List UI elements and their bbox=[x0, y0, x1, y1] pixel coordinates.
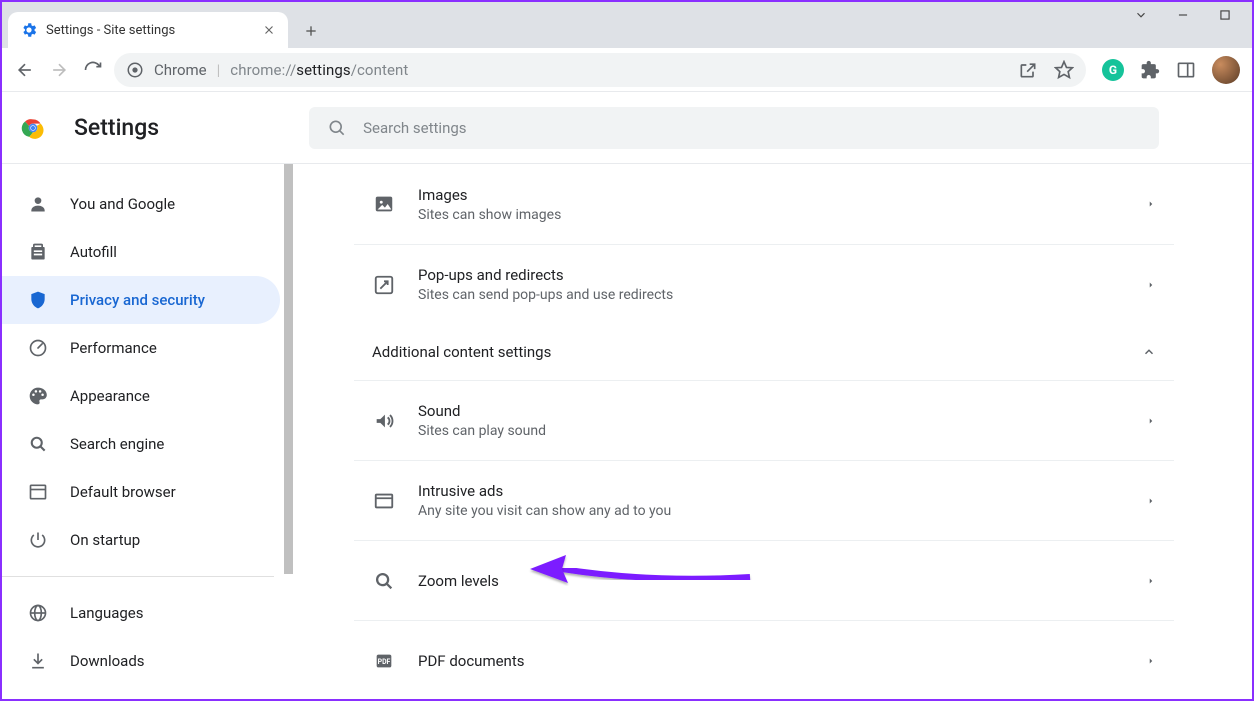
popup-icon bbox=[373, 274, 395, 296]
chevron-right-icon bbox=[1146, 574, 1156, 588]
download-icon bbox=[28, 651, 48, 671]
sound-icon bbox=[373, 410, 395, 432]
sidebar-item-label: Languages bbox=[70, 604, 144, 622]
chevron-right-icon bbox=[1146, 278, 1156, 292]
pdf-icon: PDF bbox=[373, 650, 395, 672]
address-bar[interactable]: Chrome | chrome://settings/content bbox=[114, 53, 1086, 87]
divider bbox=[2, 576, 274, 577]
browser-tab[interactable]: Settings - Site settings bbox=[8, 12, 288, 48]
search-icon bbox=[28, 434, 48, 454]
sidebar: You and Google Autofill Privacy and secu… bbox=[2, 164, 294, 699]
sidebar-item-label: On startup bbox=[70, 531, 140, 549]
setting-row-popups[interactable]: Pop-ups and redirects Sites can send pop-… bbox=[354, 244, 1174, 324]
setting-row-zoom-levels[interactable]: Zoom levels bbox=[354, 540, 1174, 620]
row-title: PDF documents bbox=[418, 652, 1146, 670]
row-subtitle: Sites can show images bbox=[418, 207, 1146, 223]
sidebar-item-you-and-google[interactable]: You and Google bbox=[2, 180, 280, 228]
chevron-up-icon bbox=[1142, 345, 1156, 359]
shield-icon bbox=[28, 290, 48, 310]
new-tab-button[interactable] bbox=[296, 16, 326, 46]
row-title: Zoom levels bbox=[418, 572, 1146, 590]
row-title: Images bbox=[418, 186, 1146, 204]
sidebar-item-label: Privacy and security bbox=[70, 291, 205, 309]
section-title: Additional content settings bbox=[372, 343, 551, 361]
sidebar-item-languages[interactable]: Languages bbox=[2, 589, 280, 637]
search-icon bbox=[327, 118, 347, 138]
tab-strip: Settings - Site settings bbox=[2, 2, 1252, 48]
chrome-logo-icon bbox=[20, 115, 46, 141]
main-panel: Images Sites can show images Pop-ups and … bbox=[294, 164, 1252, 699]
back-button[interactable] bbox=[14, 59, 36, 81]
sidebar-item-label: Downloads bbox=[70, 652, 145, 670]
row-subtitle: Sites can play sound bbox=[418, 423, 1146, 439]
forward-button bbox=[48, 59, 70, 81]
person-icon bbox=[28, 194, 48, 214]
sidebar-item-label: Appearance bbox=[70, 387, 150, 405]
side-panel-icon[interactable] bbox=[1176, 60, 1196, 80]
browser-icon bbox=[28, 482, 48, 502]
sidebar-item-on-startup[interactable]: On startup bbox=[2, 516, 280, 564]
setting-row-sound[interactable]: Sound Sites can play sound bbox=[354, 380, 1174, 460]
close-icon[interactable] bbox=[262, 23, 276, 37]
palette-icon bbox=[28, 386, 48, 406]
tab-title: Settings - Site settings bbox=[46, 23, 254, 38]
sidebar-item-performance[interactable]: Performance bbox=[2, 324, 280, 372]
url-scheme: Chrome bbox=[154, 61, 207, 79]
sidebar-item-label: Default browser bbox=[70, 483, 176, 501]
sidebar-item-default-browser[interactable]: Default browser bbox=[2, 468, 280, 516]
window-maximize-icon[interactable] bbox=[1218, 8, 1232, 22]
globe-icon bbox=[28, 603, 48, 623]
section-additional-content[interactable]: Additional content settings bbox=[354, 324, 1174, 380]
image-icon bbox=[373, 193, 395, 215]
row-subtitle: Sites can send pop-ups and use redirects bbox=[418, 287, 1146, 303]
window-minimize-icon[interactable] bbox=[1176, 8, 1190, 22]
url-text: chrome://settings/content bbox=[230, 61, 408, 79]
profile-avatar[interactable] bbox=[1212, 56, 1240, 84]
sidebar-item-appearance[interactable]: Appearance bbox=[2, 372, 280, 420]
gear-icon bbox=[20, 21, 38, 39]
row-subtitle: Any site you visit can show any ad to yo… bbox=[418, 503, 1146, 519]
reload-button[interactable] bbox=[82, 59, 104, 81]
svg-text:PDF: PDF bbox=[378, 657, 391, 665]
extensions-icon[interactable] bbox=[1140, 60, 1160, 80]
window-icon bbox=[373, 490, 395, 512]
speedometer-icon bbox=[28, 338, 48, 358]
window-dropdown-icon[interactable] bbox=[1134, 8, 1148, 22]
chevron-right-icon bbox=[1146, 197, 1156, 211]
search-settings-input[interactable]: Search settings bbox=[309, 107, 1159, 149]
grammarly-extension-icon[interactable]: G bbox=[1102, 59, 1124, 81]
magnifier-icon bbox=[373, 570, 395, 592]
row-title: Intrusive ads bbox=[418, 482, 1146, 500]
toolbar: Chrome | chrome://settings/content G bbox=[2, 48, 1252, 92]
chevron-right-icon bbox=[1146, 654, 1156, 668]
sidebar-item-privacy[interactable]: Privacy and security bbox=[2, 276, 280, 324]
share-icon[interactable] bbox=[1018, 60, 1038, 80]
setting-row-intrusive-ads[interactable]: Intrusive ads Any site you visit can show… bbox=[354, 460, 1174, 540]
search-placeholder: Search settings bbox=[363, 119, 466, 137]
clipboard-icon bbox=[28, 242, 48, 262]
row-title: Sound bbox=[418, 402, 1146, 420]
sidebar-item-autofill[interactable]: Autofill bbox=[2, 228, 280, 276]
row-title: Pop-ups and redirects bbox=[418, 266, 1146, 284]
power-icon bbox=[28, 530, 48, 550]
sidebar-item-label: You and Google bbox=[70, 195, 175, 213]
chevron-right-icon bbox=[1146, 414, 1156, 428]
window-controls bbox=[1134, 8, 1232, 22]
sidebar-scrollbar[interactable] bbox=[282, 164, 294, 699]
setting-row-images[interactable]: Images Sites can show images bbox=[354, 164, 1174, 244]
sidebar-item-label: Performance bbox=[70, 339, 157, 357]
settings-header: Settings Search settings bbox=[2, 92, 1252, 164]
page-title: Settings bbox=[74, 114, 159, 141]
setting-row-pdf-documents[interactable]: PDF PDF documents bbox=[354, 620, 1174, 699]
sidebar-item-label: Search engine bbox=[70, 435, 164, 453]
bookmark-star-icon[interactable] bbox=[1054, 60, 1074, 80]
chevron-right-icon bbox=[1146, 494, 1156, 508]
sidebar-item-search-engine[interactable]: Search engine bbox=[2, 420, 280, 468]
sidebar-item-label: Autofill bbox=[70, 243, 117, 261]
chrome-icon bbox=[126, 61, 144, 79]
sidebar-item-downloads[interactable]: Downloads bbox=[2, 637, 280, 685]
